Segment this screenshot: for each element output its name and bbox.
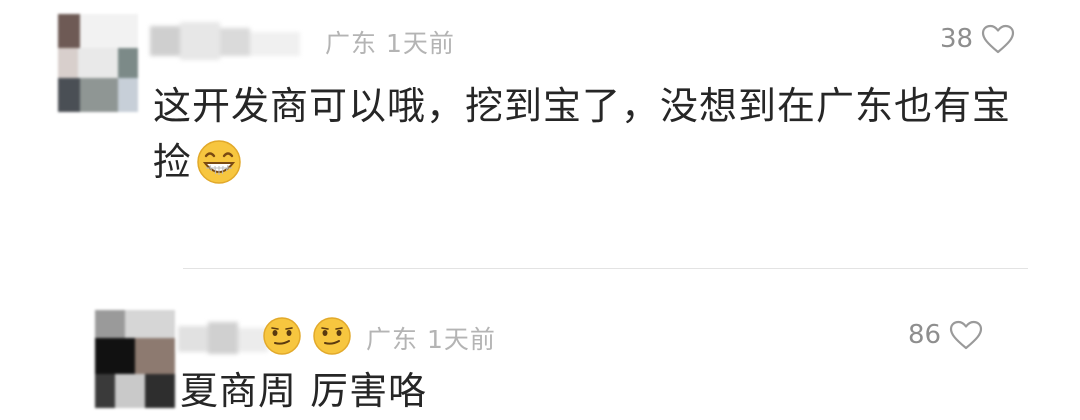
comment-body: 这开发商可以哦，挖到宝了，没想到在广东也有宝 <box>153 84 1012 128</box>
smirk-emoji-icon <box>262 316 302 360</box>
like-count: 86 <box>908 320 942 350</box>
like-button[interactable]: 86 <box>908 320 983 350</box>
timestamp: 1天前 <box>385 29 455 58</box>
comment-body: 夏商周 厉害咯 <box>180 369 428 413</box>
like-count: 38 <box>940 24 974 54</box>
like-button[interactable]: 38 <box>940 24 1015 54</box>
avatar[interactable] <box>95 310 175 408</box>
heart-icon <box>949 320 983 350</box>
comment-body-continued: 捡 <box>153 134 242 200</box>
heart-icon <box>981 24 1015 54</box>
location-label: 广东 <box>366 325 419 354</box>
timestamp: 1天前 <box>426 325 496 354</box>
username-blurred[interactable] <box>178 318 268 358</box>
smirk-emoji-icon <box>312 316 352 360</box>
location-label: 广东 <box>325 29 378 58</box>
comment-meta: 广东 1天前 <box>366 320 496 356</box>
comment-divider <box>183 268 1028 269</box>
grinning-emoji-icon <box>196 139 242 200</box>
username-emojis <box>262 316 352 360</box>
avatar[interactable] <box>58 14 138 112</box>
username-blurred[interactable] <box>150 22 300 60</box>
comment-meta: 广东 1天前 <box>325 24 455 60</box>
comment-body-tail: 捡 <box>153 140 193 184</box>
